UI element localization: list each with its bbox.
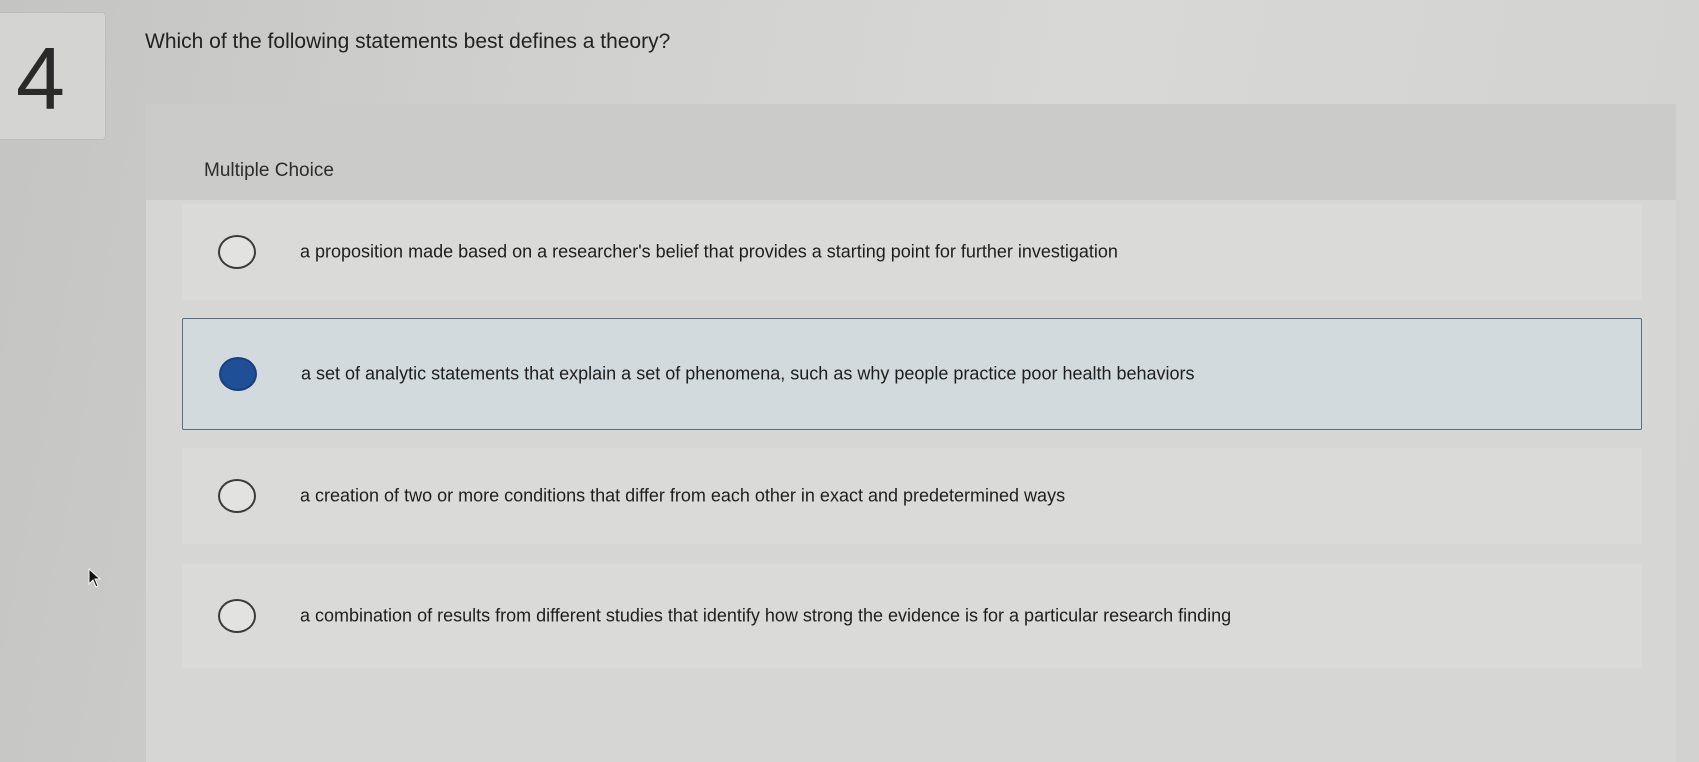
radio-button[interactable] [218,479,256,513]
answer-option[interactable]: a creation of two or more conditions tha… [182,448,1642,544]
answer-option-text: a combination of results from different … [300,605,1232,626]
answer-option-text: a creation of two or more conditions tha… [300,485,1066,506]
radio-button[interactable] [218,235,256,269]
radio-button-checked[interactable] [219,357,257,391]
panel-header: Multiple Choice [146,104,1676,200]
mouse-pointer-icon [88,568,102,588]
question-number: 4 [16,29,65,128]
answer-option-text: a proposition made based on a researcher… [300,241,1118,262]
answer-option-selected[interactable]: a set of analytic statements that explai… [182,318,1642,430]
answer-option-text: a set of analytic statements that explai… [301,363,1195,384]
answer-option[interactable]: a proposition made based on a researcher… [182,204,1642,300]
question-type-label: Multiple Choice [204,160,334,181]
radio-button[interactable] [218,599,256,633]
question-prompt: Which of the following statements best d… [145,30,671,53]
answer-panel: Multiple Choice a proposition made based… [146,104,1676,762]
question-number-box: 4 [0,12,106,140]
answer-option[interactable]: a combination of results from different … [182,564,1642,668]
